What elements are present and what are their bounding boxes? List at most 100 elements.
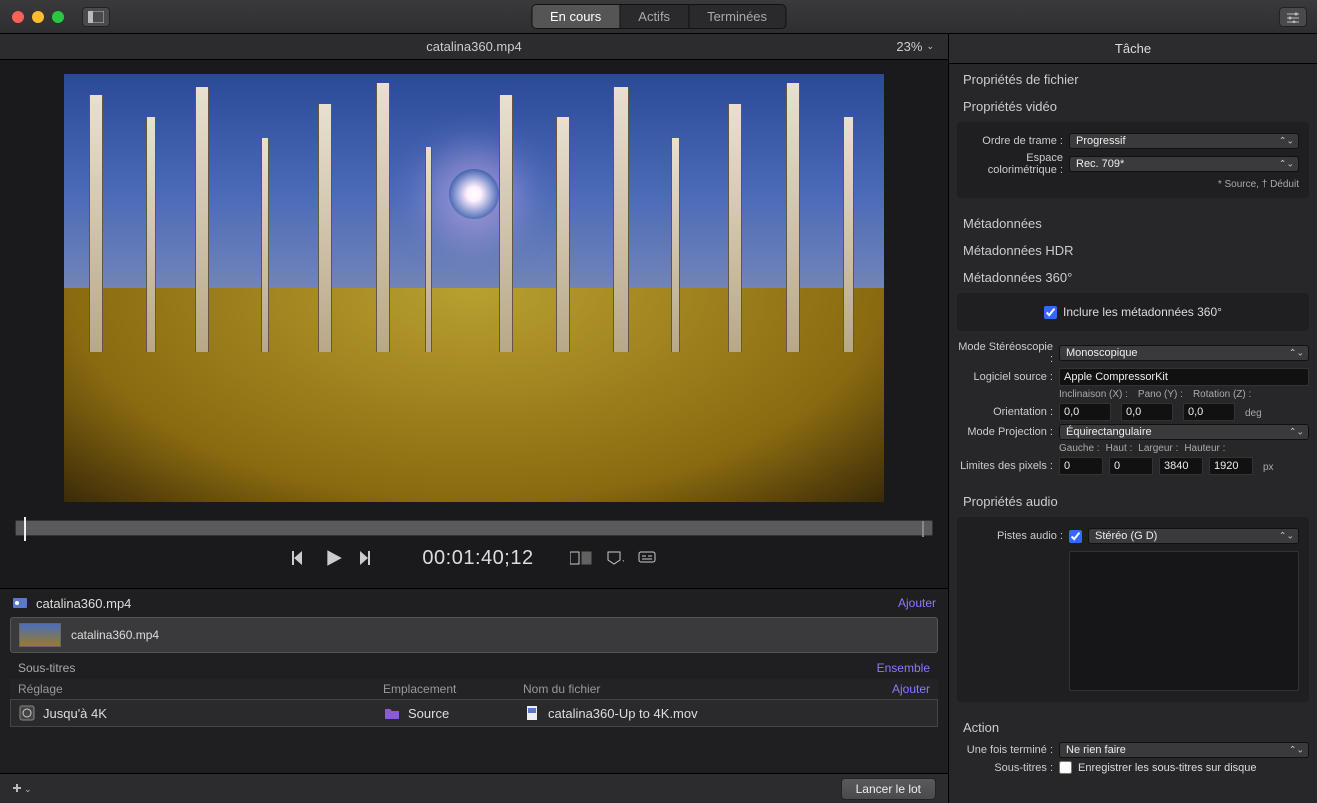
include-360-label: Inclure les métadonnées 360° [1063,305,1222,319]
compare-view-button[interactable] [570,550,592,566]
inspector-toggle-button[interactable] [1279,7,1307,27]
width-input[interactable] [1159,457,1203,475]
batch-file-row[interactable]: catalina360.mp4 [10,617,938,653]
top-label: Haut : [1106,443,1133,454]
row-add-link[interactable]: Ajouter [892,682,930,696]
file-row-name: catalina360.mp4 [71,628,159,642]
when-done-select[interactable]: Ne rien faire ⌃⌄ [1059,742,1309,758]
location-value: Source [408,706,449,721]
audio-tracks-box [1069,551,1299,691]
inspector-title: Tâche [949,34,1317,64]
zoom-dropdown[interactable]: 23% ⌄ [896,39,934,54]
projection-value: Équirectangulaire [1066,426,1152,438]
main-panel: catalina360.mp4 23% ⌄ [0,34,948,803]
include-360-checkbox[interactable] [1044,306,1057,319]
colorspace-note: * Source, † Déduit [967,179,1299,190]
software-input[interactable] [1059,368,1309,386]
marker-dropdown[interactable]: ⌄ [606,550,624,566]
setting-row[interactable]: Jusqu'à 4K Source catalina360-Up to 4K.m… [10,699,938,727]
batch-add-link[interactable]: Ajouter [898,596,936,610]
chevron-icon: ⌃⌄ [1279,531,1294,542]
file-thumbnail [19,623,61,647]
titlebar: En cours Actifs Terminées [0,0,1317,34]
colorspace-label: Espace colorimétrique : [967,152,1063,176]
save-subs-checkbox[interactable] [1059,761,1072,774]
subtitles-header: Sous-titres Ensemble [10,657,938,679]
section-video-props[interactable]: Propriétés vidéo [949,91,1317,118]
folder-icon [384,705,400,721]
timecode-display[interactable]: 00:01:40;12 [422,547,533,570]
batch-filename: catalina360.mp4 [36,596,131,611]
section-360[interactable]: Métadonnées 360° [949,262,1317,289]
launch-batch-button[interactable]: Lancer le lot [841,778,936,800]
batch-column-headers: Réglage Emplacement Nom du fichier Ajout… [10,679,938,699]
play-button[interactable] [324,548,344,568]
audio-track-checkbox[interactable] [1069,530,1082,543]
ensemble-link[interactable]: Ensemble [877,661,930,675]
prev-frame-button[interactable] [292,549,310,567]
section-hdr[interactable]: Métadonnées HDR [949,235,1317,262]
zoom-window-button[interactable] [52,11,64,23]
width-label: Largeur : [1138,443,1178,454]
batch-area: catalina360.mp4 Ajouter catalina360.mp4 … [0,588,948,773]
height-input[interactable] [1209,457,1253,475]
output-filename: catalina360-Up to 4K.mov [548,706,698,721]
section-file-props[interactable]: Propriétés de fichier [949,64,1317,91]
movie-file-icon [524,705,540,721]
projection-select[interactable]: Équirectangulaire ⌃⌄ [1059,424,1309,440]
preset-icon [19,705,35,721]
software-label: Logiciel source : [957,371,1053,383]
section-action[interactable]: Action [949,712,1317,739]
chevron-icon: ⌃⌄ [1279,159,1294,170]
col-setting: Réglage [18,682,383,696]
file-bar: catalina360.mp4 23% ⌄ [0,34,948,60]
timeline-scrubber[interactable] [15,520,933,536]
batch-icon [12,595,28,611]
tab-current[interactable]: En cours [532,5,620,28]
top-input[interactable] [1109,457,1153,475]
preview-area: 00:01:40;12 ⌄ [0,60,948,588]
audio-group: Pistes audio : Stéréo (G D) ⌃⌄ [957,517,1309,702]
add-button[interactable]: ⌄ [12,782,32,796]
px-unit: px [1263,462,1274,475]
height-label: Hauteur : [1184,443,1225,454]
tab-done[interactable]: Terminées [689,5,785,28]
field-order-select[interactable]: Progressif ⌃⌄ [1069,133,1299,149]
tilt-input[interactable] [1059,403,1111,421]
caption-button[interactable] [638,550,656,566]
audio-value: Stéréo (G D) [1095,530,1157,542]
when-done-value: Ne rien faire [1066,744,1126,756]
left-input[interactable] [1059,457,1103,475]
orientation-label: Orientation : [957,406,1053,418]
col-location: Emplacement [383,682,523,696]
subs-action-label: Sous-titres : [957,762,1053,774]
video-preview[interactable] [64,74,884,502]
svg-text:⌄: ⌄ [621,555,624,564]
audio-track-select[interactable]: Stéréo (G D) ⌃⌄ [1088,528,1299,544]
field-order-value: Progressif [1076,135,1126,147]
video-props-group: Ordre de trame : Progressif ⌃⌄ Espace co… [957,122,1309,198]
window-controls [12,11,64,23]
tab-active[interactable]: Actifs [620,5,689,28]
stereo-select[interactable]: Monoscopique ⌃⌄ [1059,345,1309,361]
section-metadata[interactable]: Métadonnées [949,208,1317,235]
pan-input[interactable] [1121,403,1173,421]
colorspace-select[interactable]: Rec. 709* ⌃⌄ [1069,156,1299,172]
zoom-value: 23% [896,39,922,54]
close-window-button[interactable] [12,11,24,23]
colorspace-value: Rec. 709* [1076,158,1124,170]
when-done-label: Une fois terminé : [957,744,1053,756]
batch-header: catalina360.mp4 Ajouter [0,589,948,617]
sidebar-toggle-button[interactable] [82,7,110,27]
chevron-icon: ⌃⌄ [1289,427,1304,438]
view-segmented-control: En cours Actifs Terminées [531,4,786,29]
inspector-panel: Tâche Propriétés de fichier Propriétés v… [948,34,1317,803]
rot-label: Rotation (Z) : [1193,389,1251,400]
next-frame-button[interactable] [358,549,376,567]
stereo-label: Mode Stéréoscopie : [957,341,1053,365]
pan-label: Pano (Y) : [1138,389,1183,400]
rot-input[interactable] [1183,403,1235,421]
minimize-window-button[interactable] [32,11,44,23]
section-audio[interactable]: Propriétés audio [949,486,1317,513]
subtitles-label: Sous-titres [18,661,75,675]
